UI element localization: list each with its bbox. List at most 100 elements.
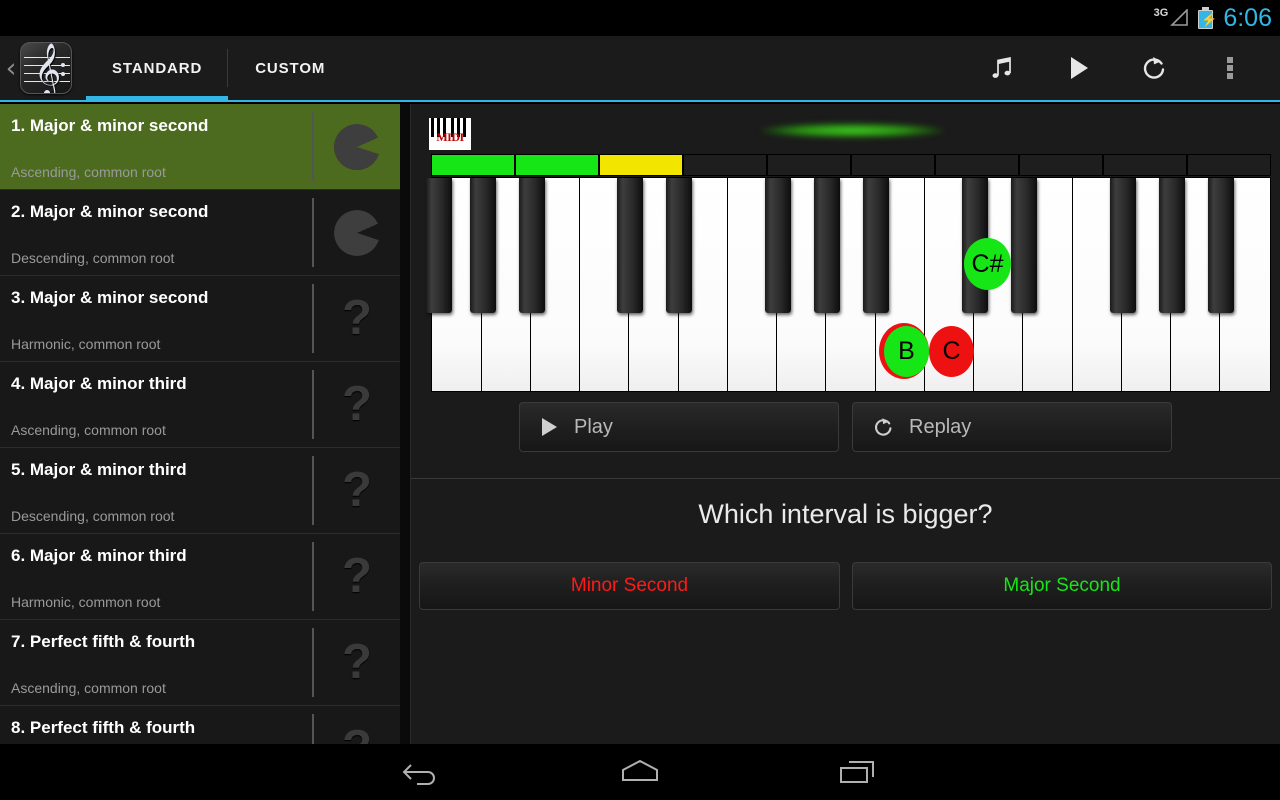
play-control-label: Play	[574, 415, 613, 438]
list-item-title: 8. Perfect fifth & fourth	[11, 718, 196, 737]
list-item[interactable]: 1. Major & minor second Ascending, commo…	[0, 104, 400, 190]
play-icon	[542, 418, 557, 436]
midi-badge-label: MIDI	[436, 130, 464, 144]
music-note-button[interactable]	[964, 35, 1040, 101]
answer-button-minor-second[interactable]: Minor Second	[419, 562, 840, 610]
progress-segment	[431, 154, 515, 176]
black-key[interactable]	[765, 178, 791, 313]
overflow-menu-button[interactable]	[1192, 35, 1268, 101]
black-key[interactable]	[1110, 178, 1136, 313]
nav-home-icon	[622, 759, 658, 781]
nav-recents-icon	[840, 761, 874, 783]
progress-segment	[599, 154, 683, 176]
tab-standard[interactable]: STANDARD	[86, 35, 229, 101]
replay-button[interactable]	[1116, 35, 1192, 101]
exercise-list[interactable]: 1. Major & minor second Ascending, commo…	[0, 104, 400, 744]
progress-segment-bar	[431, 154, 1271, 176]
black-key[interactable]	[666, 178, 692, 313]
status-bar: 3G ⚡ 6:06	[0, 0, 1280, 36]
list-item-divider	[312, 198, 314, 267]
note-marker-b: B	[884, 326, 929, 377]
list-item-divider	[312, 284, 314, 353]
progress-segment	[767, 154, 851, 176]
black-key[interactable]	[519, 178, 545, 313]
play-button[interactable]	[1040, 35, 1116, 101]
signal-triangle-icon	[1170, 9, 1189, 26]
replay-control-button[interactable]: Replay	[852, 402, 1172, 452]
nav-home-button[interactable]	[550, 744, 730, 800]
answer-label: Major Second	[1003, 575, 1121, 596]
pie-progress-icon	[330, 206, 384, 260]
question-mark-icon: ?	[330, 722, 384, 745]
nav-recents-button[interactable]	[767, 744, 947, 800]
question-mark-icon: ?	[342, 377, 372, 431]
black-key[interactable]	[863, 178, 889, 313]
list-item-subtitle: Descending, common root	[11, 508, 175, 524]
list-item[interactable]: 5. Major & minor third Descending, commo…	[0, 448, 400, 534]
exercise-detail-pane: MIDI B C C# Play Replay Which interval i…	[411, 104, 1280, 744]
black-key[interactable]	[1011, 178, 1037, 313]
list-item[interactable]: 8. Perfect fifth & fourth ?	[0, 706, 400, 744]
list-item-title: 2. Major & minor second	[11, 202, 209, 221]
tab-standard-label: STANDARD	[112, 59, 203, 77]
black-key[interactable]	[1208, 178, 1234, 313]
android-screen: 3G ⚡ 6:06 ‹ 𝄞 STANDARD CUSTOM 1. Major &…	[0, 0, 1280, 800]
tab-custom[interactable]: CUSTOM	[228, 35, 352, 101]
note-marker-c-sharp: C#	[964, 238, 1011, 290]
tab-bar: STANDARD CUSTOM	[86, 35, 352, 101]
list-item-divider	[312, 628, 314, 697]
play-icon	[1071, 57, 1088, 79]
app-home-button[interactable]: ‹ 𝄞	[0, 35, 86, 101]
progress-segment	[1019, 154, 1103, 176]
list-item-subtitle: Harmonic, common root	[11, 594, 161, 610]
nav-back-button[interactable]	[333, 744, 513, 800]
sound-glow-indicator	[760, 123, 945, 138]
list-item-divider	[312, 370, 314, 439]
section-divider	[411, 478, 1280, 479]
list-item[interactable]: 7. Perfect fifth & fourth Ascending, com…	[0, 620, 400, 706]
midi-badge-icon: MIDI	[429, 118, 471, 150]
overflow-menu-icon	[1227, 57, 1233, 79]
piano-keyboard[interactable]: B C C#	[426, 177, 1271, 392]
answer-button-major-second[interactable]: Major Second	[852, 562, 1272, 610]
play-control-button[interactable]: Play	[519, 402, 839, 452]
battery-charging-icon: ⚡	[1198, 7, 1218, 29]
list-item-title: 1. Major & minor second	[11, 116, 209, 135]
list-item-title: 7. Perfect fifth & fourth	[11, 632, 196, 651]
action-bar: ‹ 𝄞 STANDARD CUSTOM	[0, 36, 1280, 102]
progress-segment	[935, 154, 1019, 176]
list-item[interactable]: 6. Major & minor third Harmonic, common …	[0, 534, 400, 620]
status-bar-clock: 6:06	[1223, 4, 1272, 32]
list-item[interactable]: 2. Major & minor second Descending, comm…	[0, 190, 400, 276]
black-key[interactable]	[1159, 178, 1185, 313]
list-item-divider	[312, 456, 314, 525]
content-area: 1. Major & minor second Ascending, commo…	[0, 104, 1280, 744]
pane-divider	[400, 104, 411, 744]
back-chevron-icon: ‹	[5, 52, 17, 84]
black-key[interactable]	[426, 178, 452, 313]
answer-buttons: Minor Second Major Second	[419, 562, 1272, 612]
pie-progress-icon	[330, 120, 384, 174]
black-key[interactable]	[470, 178, 496, 313]
list-item[interactable]: 4. Major & minor third Ascending, common…	[0, 362, 400, 448]
list-item-subtitle: Ascending, common root	[11, 680, 166, 696]
progress-segment	[515, 154, 599, 176]
music-note-icon	[992, 56, 1011, 78]
question-mark-icon: ?	[342, 635, 372, 689]
replay-control-label: Replay	[909, 415, 972, 438]
question-mark-icon: ?	[342, 291, 372, 345]
list-item-divider	[312, 542, 314, 611]
action-bar-buttons	[964, 35, 1280, 101]
playback-controls: Play Replay	[411, 402, 1280, 468]
list-item-divider	[312, 714, 314, 744]
black-key[interactable]	[617, 178, 643, 313]
black-key[interactable]	[814, 178, 840, 313]
list-item-subtitle: Ascending, common root	[11, 422, 166, 438]
list-item-title: 4. Major & minor third	[11, 374, 187, 393]
progress-segment	[1187, 154, 1271, 176]
list-item[interactable]: 3. Major & minor second Harmonic, common…	[0, 276, 400, 362]
nav-back-icon	[402, 764, 435, 785]
question-prompt: Which interval is bigger?	[698, 499, 993, 529]
progress-segment	[851, 154, 935, 176]
answer-label: Minor Second	[570, 575, 689, 596]
